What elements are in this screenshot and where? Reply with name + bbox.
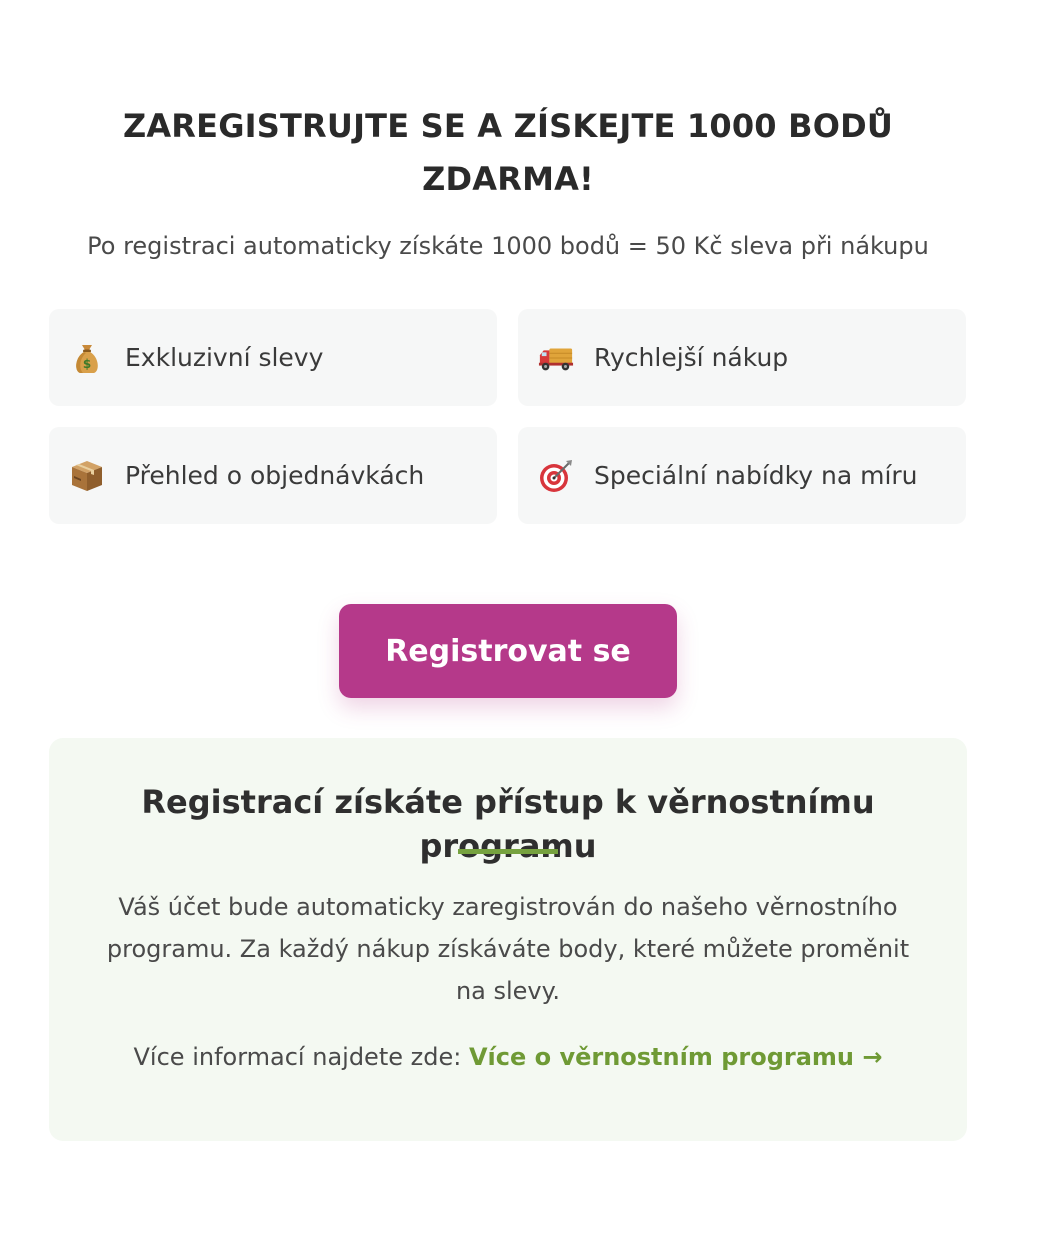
money-bag-icon: $: [69, 340, 105, 376]
benefit-label: Přehled o objednávkách: [125, 461, 425, 490]
info-title: Registrací získáte přístup k věrnostnímu…: [141, 783, 875, 865]
promo-subline: Po registraci automaticky získáte 1000 b…: [87, 232, 929, 260]
info-more-line: Více informací najdete zde: Více o věrno…: [49, 1038, 967, 1076]
promo-headline: ZAREGISTRUJTE SE A ZÍSKEJTE 1000 BODŮ ZD…: [122, 107, 894, 198]
more-info-prefix: Více informací najdete zde:: [133, 1043, 469, 1071]
benefit-label: Speciální nabídky na míru: [594, 461, 918, 490]
target-icon: [538, 458, 574, 494]
title-divider: [458, 849, 558, 854]
benefit-label: Exkluzivní slevy: [125, 343, 324, 372]
loyalty-program-info-box: Registrací získáte přístup k věrnostnímu…: [49, 738, 967, 1141]
benefit-faster-checkout: Rychlejší nákup: [518, 309, 966, 406]
benefit-label: Rychlejší nákup: [594, 343, 789, 372]
loyalty-program-link[interactable]: Více o věrnostním programu →: [469, 1043, 883, 1071]
benefit-order-overview: Přehled o objednávkách: [49, 427, 497, 524]
register-button[interactable]: Registrovat se: [339, 604, 677, 698]
svg-text:$: $: [83, 357, 91, 371]
package-icon: [69, 458, 105, 494]
delivery-truck-icon: [538, 340, 574, 376]
benefit-exclusive-discounts: $ Exkluzivní slevy: [49, 309, 497, 406]
registration-promo-page: ZAREGISTRUJTE SE A ZÍSKEJTE 1000 BODŮ ZD…: [0, 0, 1056, 1252]
benefit-special-offers: Speciální nabídky na míru: [518, 427, 966, 524]
info-description: Váš účet bude automaticky zaregistrován …: [106, 893, 910, 1005]
